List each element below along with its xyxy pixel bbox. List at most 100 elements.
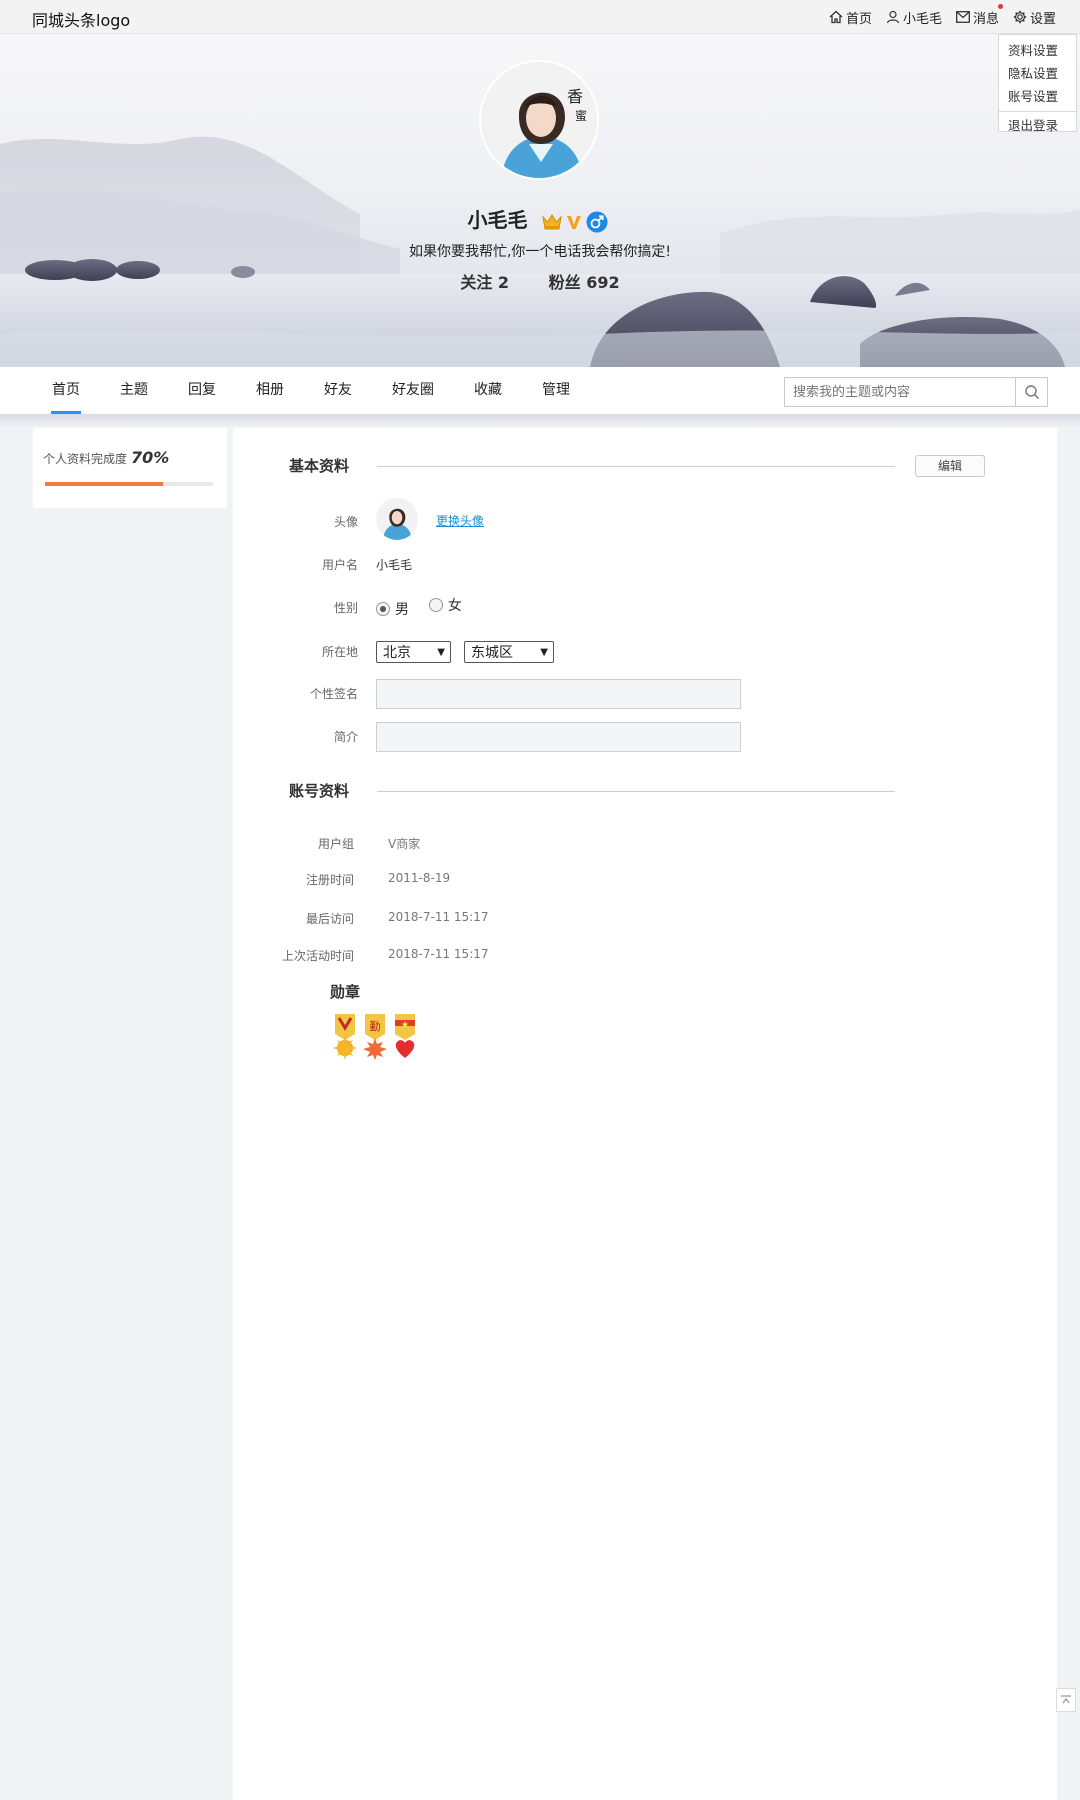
gender-male-label: 男 <box>395 602 409 618</box>
profile-details-panel: 基本资料 编辑 头像 更换头像 用户名 小毛毛 性别 男 女 所在地 北京 ▼ … <box>233 428 1057 1800</box>
register-time-label: 注册时间 <box>305 873 354 887</box>
last-visit-value: 2018-7-11 15:17 <box>388 910 489 924</box>
profile-badges <box>542 211 612 233</box>
top-nav-settings[interactable]: 设置 <box>1013 8 1056 27</box>
avatar-label: 头像 <box>333 515 358 529</box>
user-group-label: 用户组 <box>317 837 354 851</box>
edit-button[interactable]: 编辑 <box>915 455 985 477</box>
tab-replies[interactable]: 回复 <box>188 367 216 414</box>
medal-sun-icon[interactable] <box>331 1014 359 1060</box>
tab-topics[interactable]: 主题 <box>120 367 148 414</box>
change-avatar-link[interactable]: 更换头像 <box>436 512 484 529</box>
medals-list: 勤 <box>331 1014 421 1060</box>
basic-info-divider <box>377 466 895 467</box>
dropdown-logout[interactable]: 退出登录 <box>999 114 1076 137</box>
last-active-value: 2018-7-11 15:17 <box>388 947 489 961</box>
gender-male-radio[interactable]: 男 <box>376 599 409 619</box>
completion-percent: 70% <box>131 448 170 467</box>
top-nav-user[interactable]: 小毛毛 <box>886 8 942 27</box>
intro-label: 简介 <box>333 730 358 744</box>
radio-circle <box>376 602 390 616</box>
search-box <box>784 377 1048 407</box>
gender-female-radio[interactable]: 女 <box>428 595 462 615</box>
svg-text:蜜: 蜜 <box>575 108 587 123</box>
medals-title: 勋章 <box>330 983 361 1001</box>
account-info-title: 账号资料 <box>289 782 350 800</box>
gender-female-label: 女 <box>447 598 462 614</box>
svg-text:香: 香 <box>567 87 583 106</box>
profile-completion-card: 个人资料完成度 70% <box>33 428 227 508</box>
vip-v-icon <box>567 215 582 229</box>
radio-dot <box>380 606 386 612</box>
top-nav-home[interactable]: 首页 <box>829 8 872 27</box>
banner-bottom-strip <box>0 414 1080 426</box>
crown-icon <box>542 213 563 229</box>
back-to-top-icon <box>1061 1695 1071 1704</box>
dropdown-arrow-icon: ▼ <box>540 647 548 658</box>
intro-field[interactable] <box>376 722 741 752</box>
top-nav-home-label: 首页 <box>845 11 872 27</box>
tab-friend-circle[interactable]: 好友圈 <box>392 367 434 414</box>
city-select-value: 北京 <box>383 645 411 661</box>
back-to-top-button[interactable] <box>1056 1688 1076 1712</box>
location-label: 所在地 <box>321 645 358 659</box>
top-nav-user-label: 小毛毛 <box>902 11 942 27</box>
svg-text:勤: 勤 <box>370 1020 381 1033</box>
top-nav-settings-label: 设置 <box>1029 11 1056 27</box>
tab-favorites[interactable]: 收藏 <box>474 367 502 414</box>
last-active-label: 上次活动时间 <box>281 949 354 963</box>
basic-info-title: 基本资料 <box>289 457 350 475</box>
dropdown-account-settings[interactable]: 账号设置 <box>999 85 1076 108</box>
home-icon <box>829 10 843 24</box>
top-bar: 同城头条logo 首页 小毛毛 消息 设置 <box>0 0 1080 34</box>
last-visit-label: 最后访问 <box>305 912 354 926</box>
dropdown-profile-settings[interactable]: 资料设置 <box>999 39 1076 62</box>
completion-progress-fill <box>45 482 163 486</box>
profile-name: 小毛毛 <box>467 208 528 232</box>
profile-signature: 如果你要我帮忙,你一个电话我会帮你搞定! <box>408 244 672 260</box>
account-info-divider <box>377 791 895 792</box>
following-count[interactable]: 关注 2 <box>460 273 509 292</box>
tab-friends[interactable]: 好友 <box>324 367 352 414</box>
mail-icon <box>956 11 970 23</box>
signature-field[interactable] <box>376 679 741 709</box>
profile-nav-bar: 首页 主题 回复 相册 好友 好友圈 收藏 管理 <box>0 367 1080 414</box>
search-icon <box>1024 385 1039 400</box>
radio-circle <box>428 598 443 612</box>
fans-count[interactable]: 粉丝 692 <box>549 273 620 292</box>
medal-heart-icon[interactable] <box>391 1014 419 1060</box>
profile-name-row: 小毛毛 <box>0 204 1080 233</box>
signature-label: 个性签名 <box>309 687 358 701</box>
gender-options: 男 女 <box>376 595 478 619</box>
gear-icon <box>1013 10 1027 24</box>
top-nav: 首页 小毛毛 消息 设置 <box>815 0 1080 34</box>
register-time-value: 2011-8-19 <box>388 871 451 885</box>
completion-label-row: 个人资料完成度 70% <box>43 448 169 467</box>
settings-dropdown: 资料设置 隐私设置 账号设置 退出登录 <box>998 34 1077 133</box>
male-gender-icon <box>586 211 608 232</box>
tab-home[interactable]: 首页 <box>51 367 81 414</box>
search-input[interactable] <box>785 378 1015 406</box>
username-label: 用户名 <box>321 558 358 572</box>
user-icon <box>886 10 900 24</box>
dropdown-divider <box>999 111 1076 112</box>
username-value: 小毛毛 <box>376 558 413 572</box>
profile-avatar[interactable]: 香 蜜 <box>479 60 599 180</box>
district-select[interactable]: 东城区 ▼ <box>464 641 554 663</box>
site-logo[interactable]: 同城头条logo <box>32 7 130 31</box>
search-button[interactable] <box>1015 378 1047 406</box>
dropdown-privacy-settings[interactable]: 隐私设置 <box>999 62 1076 85</box>
tab-manage[interactable]: 管理 <box>542 367 570 414</box>
user-group-value: V商家 <box>388 837 421 851</box>
profile-stats: 关注 2 粉丝 692 <box>0 269 1080 293</box>
city-select[interactable]: 北京 ▼ <box>376 641 451 663</box>
tab-albums[interactable]: 相册 <box>256 367 284 414</box>
completion-label: 个人资料完成度 <box>43 452 128 466</box>
completion-progress-bar <box>45 482 213 486</box>
top-nav-messages[interactable]: 消息 <box>956 3 1003 27</box>
avatar-image: 香 蜜 <box>481 62 597 178</box>
district-select-value: 东城区 <box>471 645 513 661</box>
top-nav-messages-label: 消息 <box>972 11 999 27</box>
medal-diligence-icon[interactable]: 勤 <box>361 1014 389 1060</box>
small-avatar <box>376 498 418 540</box>
